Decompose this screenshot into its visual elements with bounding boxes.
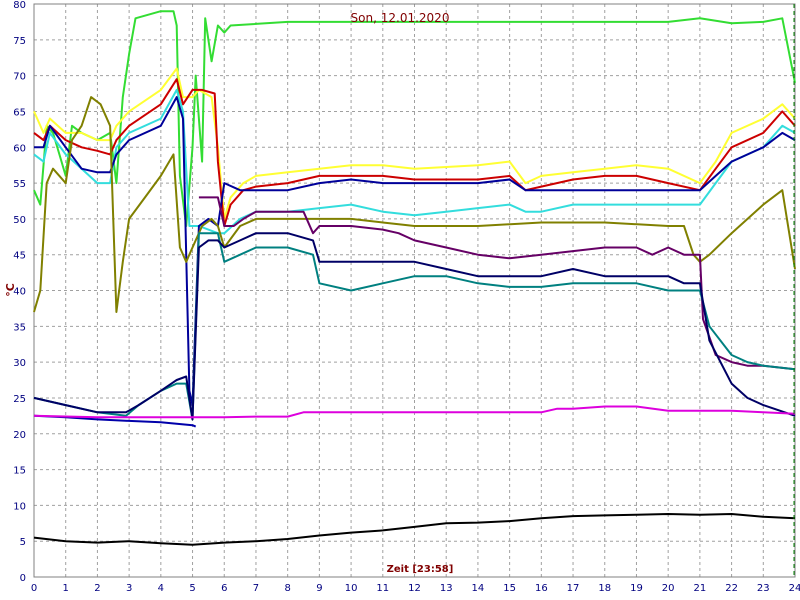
- x-tick-label: 7: [253, 583, 259, 594]
- x-tick-label: 22: [725, 583, 738, 594]
- y-tick-label: 50: [13, 215, 26, 226]
- x-tick-label: 17: [567, 583, 580, 594]
- x-tick-label: 18: [598, 583, 611, 594]
- x-tick-label: 16: [535, 583, 548, 594]
- y-tick-label: 65: [13, 107, 26, 118]
- x-axis-label: Zeit [23:58]: [387, 564, 454, 575]
- x-tick-label: 24: [789, 583, 800, 594]
- y-tick-label: 80: [13, 0, 26, 11]
- y-tick-label: 5: [20, 537, 26, 548]
- chart-title: Son, 12.01.2020: [351, 11, 450, 25]
- x-tick-label: 11: [376, 583, 389, 594]
- y-axis-label: °C: [4, 283, 17, 297]
- y-tick-label: 30: [13, 358, 26, 369]
- temperature-chart: 05101520253035404550556065707580 0123456…: [0, 0, 800, 600]
- y-tick-label: 35: [13, 322, 26, 333]
- x-tick-label: 21: [694, 583, 707, 594]
- x-tick-label: 10: [345, 583, 358, 594]
- y-tick-label: 60: [13, 143, 26, 154]
- x-tick-label: 0: [31, 583, 37, 594]
- x-tick-label: 9: [316, 583, 322, 594]
- x-tick-label: 23: [757, 583, 770, 594]
- y-tick-label: 25: [13, 394, 26, 405]
- x-tick-label: 1: [63, 583, 69, 594]
- x-tick-label: 15: [503, 583, 516, 594]
- x-tick-label: 6: [221, 583, 227, 594]
- x-tick-label: 19: [630, 583, 643, 594]
- y-tick-label: 55: [13, 179, 26, 190]
- y-tick-label: 20: [13, 430, 26, 441]
- chart-background: [0, 0, 800, 600]
- x-tick-label: 5: [189, 583, 195, 594]
- x-tick-label: 3: [126, 583, 132, 594]
- y-tick-label: 10: [13, 501, 26, 512]
- x-tick-label: 12: [408, 583, 421, 594]
- x-tick-label: 8: [284, 583, 290, 594]
- y-tick-label: 0: [20, 573, 26, 584]
- x-tick-label: 13: [440, 583, 453, 594]
- x-tick-label: 4: [158, 583, 164, 594]
- x-tick-label: 20: [662, 583, 675, 594]
- x-tick-label: 2: [94, 583, 100, 594]
- y-tick-label: 45: [13, 251, 26, 262]
- y-tick-label: 70: [13, 72, 26, 83]
- y-tick-label: 75: [13, 36, 26, 47]
- y-tick-label: 15: [13, 466, 26, 477]
- x-tick-label: 14: [472, 583, 485, 594]
